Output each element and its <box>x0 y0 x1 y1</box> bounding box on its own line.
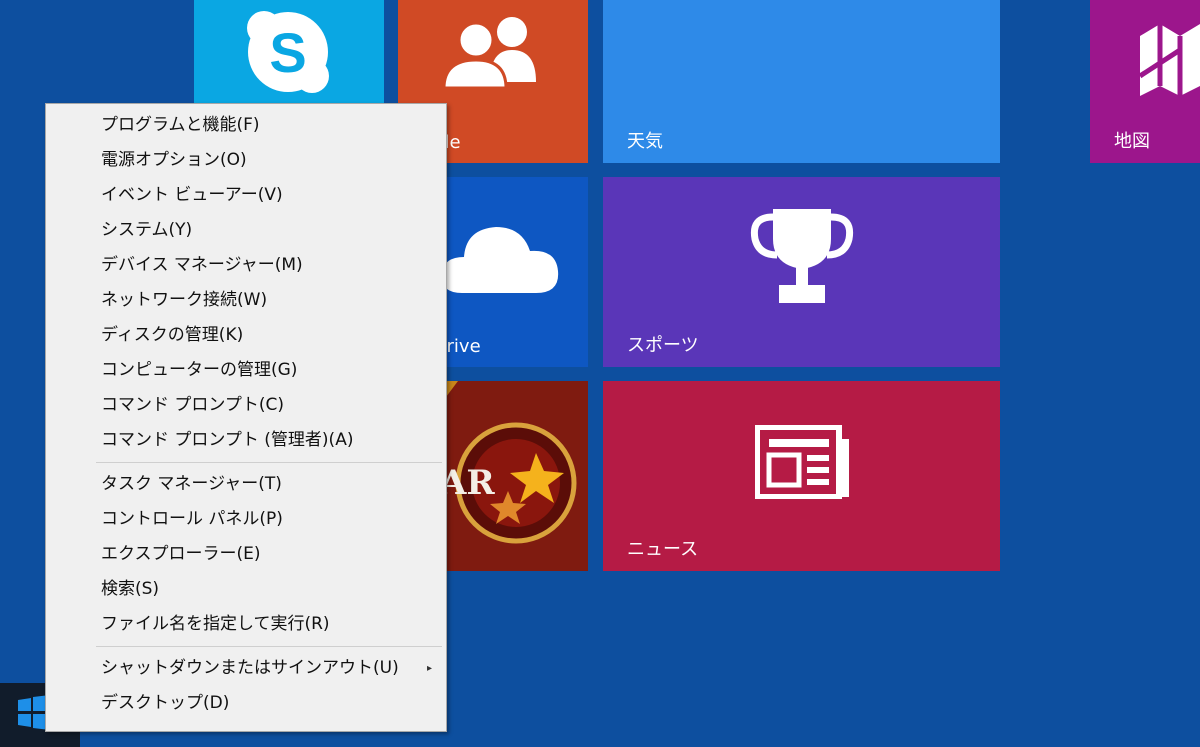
menu-item-power-options[interactable]: 電源オプション(O) <box>46 143 446 178</box>
tile-label-weather: 天気 <box>627 131 663 152</box>
menu-item-command-prompt[interactable]: コマンド プロンプト(C) <box>46 388 446 423</box>
skype-icon: S <box>247 11 329 93</box>
menu-item-search[interactable]: 検索(S) <box>46 572 446 607</box>
menu-item-command-prompt-admin[interactable]: コマンド プロンプト (管理者)(A) <box>46 423 446 458</box>
cloud-icon <box>441 227 559 293</box>
tile-sports[interactable]: スポーツ <box>603 177 1000 367</box>
tile-skype[interactable]: S <box>194 0 384 103</box>
menu-item-system[interactable]: システム(Y) <box>46 213 446 248</box>
tile-label-news: ニュース <box>627 539 699 560</box>
menu-separator <box>96 646 442 647</box>
tile-label-sports: スポーツ <box>627 335 699 356</box>
menu-item-desktop[interactable]: デスクトップ(D) <box>46 686 446 721</box>
game-title-text: AR <box>440 463 495 503</box>
menu-item-network-connections[interactable]: ネットワーク接続(W) <box>46 283 446 318</box>
svg-text:S: S <box>269 21 306 84</box>
menu-item-event-viewer[interactable]: イベント ビューアー(V) <box>46 178 446 213</box>
tile-weather[interactable]: 天気 <box>603 0 1000 163</box>
trophy-icon <box>750 209 854 303</box>
tile-news[interactable]: ニュース <box>603 381 1000 571</box>
menu-item-control-panel[interactable]: コントロール パネル(P) <box>46 502 446 537</box>
people-icon <box>442 17 536 90</box>
menu-item-run[interactable]: ファイル名を指定して実行(R) <box>46 607 446 642</box>
tile-label-maps: 地図 <box>1114 131 1150 152</box>
menu-item-programs-features[interactable]: プログラムと機能(F) <box>46 108 446 143</box>
menu-separator <box>96 462 442 463</box>
context-menu: プログラムと機能(F) 電源オプション(O) イベント ビューアー(V) システ… <box>45 103 447 732</box>
map-icon <box>1138 24 1200 96</box>
tile-maps[interactable]: 地図 <box>1090 0 1200 163</box>
newspaper-icon <box>755 425 849 499</box>
submenu-arrow-icon: ▸ <box>426 663 432 674</box>
menu-item-computer-management[interactable]: コンピューターの管理(G) <box>46 353 446 388</box>
menu-item-task-manager[interactable]: タスク マネージャー(T) <box>46 467 446 502</box>
menu-item-shutdown-label: シャットダウンまたはサインアウト(U) <box>101 658 399 678</box>
menu-item-disk-management[interactable]: ディスクの管理(K) <box>46 318 446 353</box>
menu-item-explorer[interactable]: エクスプローラー(E) <box>46 537 446 572</box>
menu-item-shutdown-signout[interactable]: シャットダウンまたはサインアウト(U) ▸ <box>46 651 446 686</box>
menu-item-device-manager[interactable]: デバイス マネージャー(M) <box>46 248 446 283</box>
